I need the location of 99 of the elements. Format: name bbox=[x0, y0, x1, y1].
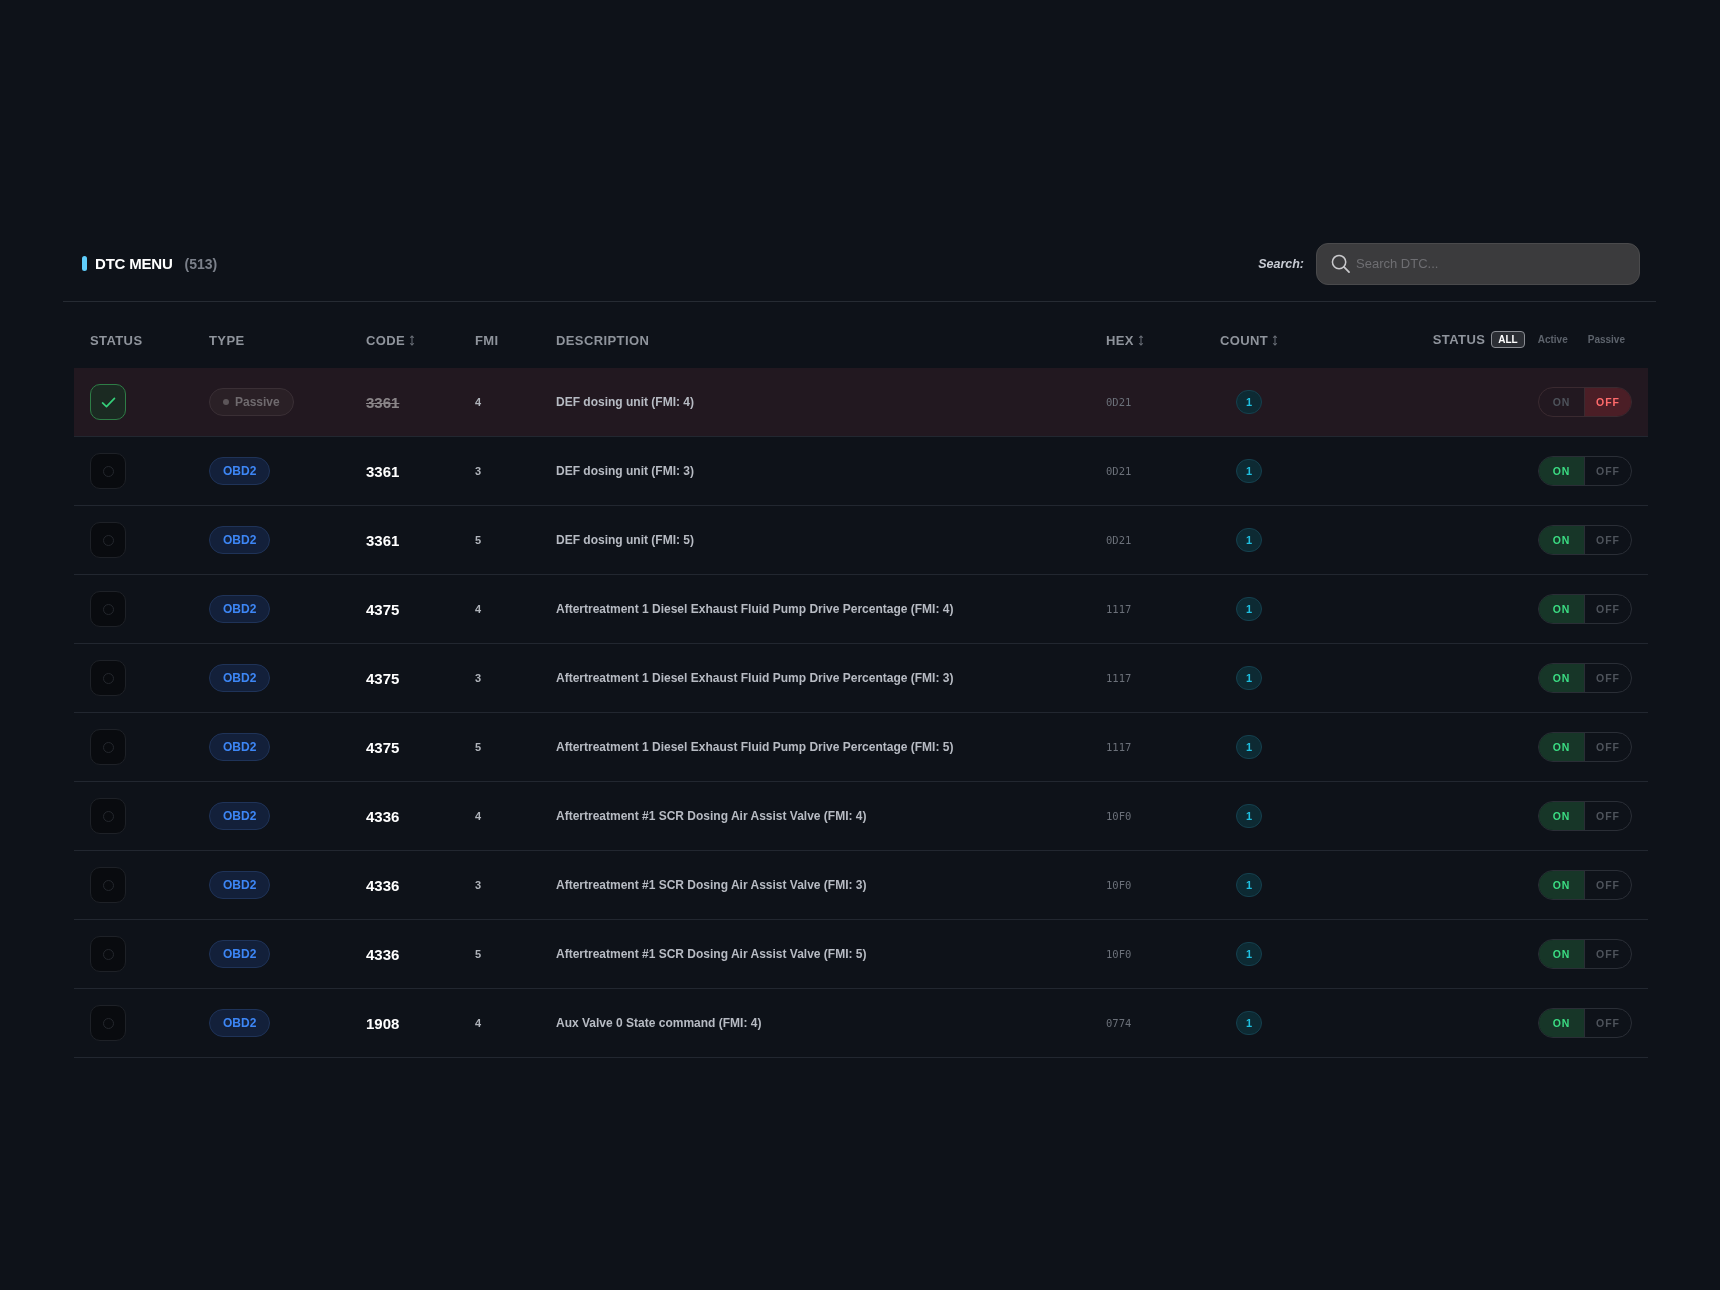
description-text: Aftertreatment #1 SCR Dosing Air Assist Valve (FMI: 4) bbox=[556, 809, 867, 823]
count-badge: 1 bbox=[1236, 873, 1262, 897]
count-badge: 1 bbox=[1236, 735, 1262, 759]
count-badge: 1 bbox=[1236, 390, 1262, 414]
dtc-code: 4336 bbox=[366, 807, 400, 825]
type-badge: OBD2 bbox=[209, 1009, 271, 1037]
on-option[interactable]: ON bbox=[1539, 802, 1585, 830]
column-header: TYPE bbox=[209, 333, 245, 348]
filter-option[interactable]: ALL bbox=[1491, 331, 1525, 348]
description-text: Aftertreatment #1 SCR Dosing Air Assist Valve (FMI: 5) bbox=[556, 947, 867, 961]
sort-icon[interactable] bbox=[1137, 335, 1144, 346]
description-text: Aftertreatment 1 Diesel Exhaust Fluid Pump Drive Percentage (FMI: 5) bbox=[556, 740, 954, 754]
dtc-code: 4375 bbox=[366, 738, 400, 756]
fmi-value: 3 bbox=[475, 672, 482, 684]
row-checkbox[interactable] bbox=[90, 936, 126, 972]
description-text: DEF dosing unit (FMI: 3) bbox=[556, 464, 694, 478]
on-option[interactable]: ON bbox=[1539, 595, 1585, 623]
column-header: STATUS bbox=[1432, 332, 1486, 347]
hex-value: 0D21 bbox=[1106, 534, 1132, 546]
fmi-value: 4 bbox=[475, 396, 482, 408]
type-badge: OBD2 bbox=[209, 940, 271, 968]
fmi-value: 4 bbox=[475, 603, 482, 615]
fmi-value: 3 bbox=[475, 879, 482, 891]
count-badge: 1 bbox=[1236, 666, 1262, 690]
count-badge: 1 bbox=[1236, 804, 1262, 828]
description-text: Aftertreatment 1 Diesel Exhaust Fluid Pump Drive Percentage (FMI: 4) bbox=[556, 602, 954, 616]
type-label: Passive bbox=[235, 395, 280, 409]
row-checkbox[interactable] bbox=[90, 384, 126, 420]
hex-value: 10F0 bbox=[1106, 810, 1132, 822]
on-option[interactable]: ON bbox=[1539, 664, 1585, 692]
dtc-code: 3361 bbox=[366, 393, 400, 411]
row-checkbox[interactable] bbox=[90, 660, 126, 696]
hex-value: 0774 bbox=[1106, 1017, 1132, 1029]
column-header: STATUS bbox=[90, 333, 143, 348]
type-badge: OBD2 bbox=[209, 457, 271, 485]
column-header[interactable]: HEX bbox=[1106, 333, 1144, 348]
row-checkbox[interactable] bbox=[90, 729, 126, 765]
fmi-value: 5 bbox=[475, 534, 482, 546]
type-badge: OBD2 bbox=[209, 664, 271, 692]
on-option[interactable]: ON bbox=[1539, 1009, 1585, 1037]
description-text: Aftertreatment #1 SCR Dosing Air Assist Valve (FMI: 3) bbox=[556, 878, 867, 892]
on-option[interactable]: ON bbox=[1539, 733, 1585, 761]
check-icon bbox=[100, 396, 116, 408]
panel-title: DTC MENU bbox=[95, 255, 173, 272]
item-count: (513) bbox=[184, 255, 218, 272]
row-checkbox[interactable] bbox=[90, 522, 126, 558]
fmi-value: 5 bbox=[475, 948, 482, 960]
dot-icon bbox=[223, 399, 229, 405]
dtc-code: 4375 bbox=[366, 600, 400, 618]
fmi-value: 4 bbox=[475, 1017, 482, 1029]
dtc-code: 3361 bbox=[366, 531, 400, 549]
column-header[interactable]: COUNT bbox=[1219, 333, 1279, 348]
description-text: Aftertreatment 1 Diesel Exhaust Fluid Pump Drive Percentage (FMI: 3) bbox=[556, 671, 954, 685]
type-badge: OBD2 bbox=[209, 595, 271, 623]
hex-value: 0D21 bbox=[1106, 465, 1132, 477]
dtc-code: 1908 bbox=[366, 1014, 400, 1032]
column-header: DESCRIPTION bbox=[556, 333, 650, 348]
description-text: DEF dosing unit (FMI: 5) bbox=[556, 533, 694, 547]
on-option[interactable]: ON bbox=[1539, 871, 1585, 899]
fmi-value: 3 bbox=[475, 465, 482, 477]
type-badge: OBD2 bbox=[209, 802, 271, 830]
fmi-value: 5 bbox=[475, 741, 482, 753]
type-badge: OBD2 bbox=[209, 871, 271, 899]
sort-icon[interactable] bbox=[409, 335, 416, 346]
hex-value: 10F0 bbox=[1106, 948, 1132, 960]
title-marker-icon bbox=[82, 256, 87, 271]
count-badge: 1 bbox=[1236, 1011, 1262, 1035]
on-option[interactable]: ON bbox=[1539, 457, 1585, 485]
description-text: DEF dosing unit (FMI: 4) bbox=[556, 395, 694, 409]
hex-value: 1117 bbox=[1106, 672, 1132, 684]
hex-value: 0D21 bbox=[1106, 396, 1132, 408]
hex-value: 10F0 bbox=[1106, 879, 1132, 891]
count-badge: 1 bbox=[1236, 459, 1262, 483]
row-checkbox[interactable] bbox=[90, 591, 126, 627]
fmi-value: 4 bbox=[475, 810, 482, 822]
search-icon bbox=[1331, 253, 1350, 273]
dtc-code: 4375 bbox=[366, 669, 400, 687]
search-label: Search: bbox=[1258, 256, 1304, 271]
on-option[interactable]: ON bbox=[1539, 526, 1585, 554]
row-checkbox[interactable] bbox=[90, 867, 126, 903]
row-checkbox[interactable] bbox=[90, 1005, 126, 1041]
type-badge: OBD2 bbox=[209, 526, 271, 554]
count-badge: 1 bbox=[1236, 597, 1262, 621]
count-badge: 1 bbox=[1236, 528, 1262, 552]
sort-icon[interactable] bbox=[1272, 335, 1279, 346]
type-badge: OBD2 bbox=[209, 733, 271, 761]
hex-value: 1117 bbox=[1106, 741, 1132, 753]
column-header[interactable]: CODE bbox=[366, 333, 416, 348]
count-badge: 1 bbox=[1236, 942, 1262, 966]
row-checkbox[interactable] bbox=[90, 453, 126, 489]
row-checkbox[interactable] bbox=[90, 798, 126, 834]
column-header: FMI bbox=[475, 333, 499, 348]
dtc-code: 4336 bbox=[366, 876, 400, 894]
description-text: Aux Valve 0 State command (FMI: 4) bbox=[556, 1016, 762, 1030]
dtc-code: 3361 bbox=[366, 462, 400, 480]
off-option[interactable]: OFF bbox=[1585, 388, 1631, 416]
hex-value: 1117 bbox=[1106, 603, 1132, 615]
dtc-code: 4336 bbox=[366, 945, 400, 963]
on-option[interactable]: ON bbox=[1539, 940, 1585, 968]
